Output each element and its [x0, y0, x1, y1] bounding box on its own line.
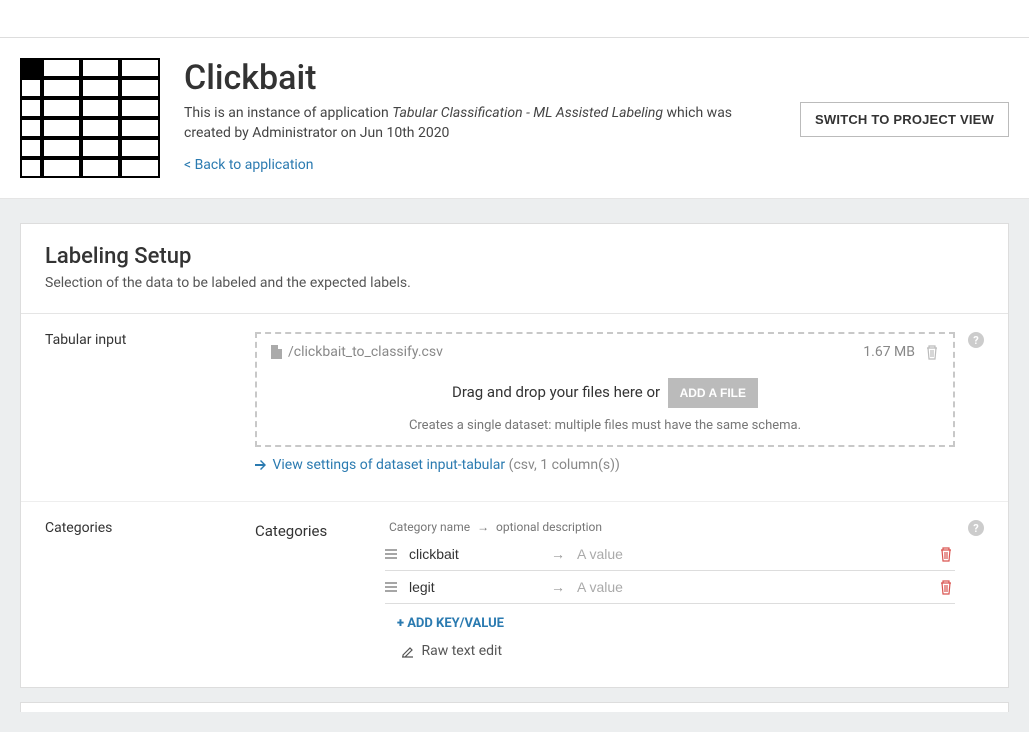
category-key-input[interactable] [409, 544, 539, 564]
panel-subtitle: Selection of the data to be labeled and … [45, 275, 984, 291]
arrow-icon: → [549, 546, 567, 563]
delete-row-icon[interactable] [939, 579, 955, 595]
categories-section: Categories Categories Category name → op… [21, 502, 1008, 687]
drop-text: Drag and drop your files here or [452, 383, 660, 401]
top-bar [0, 0, 1029, 38]
panel-title: Labeling Setup [45, 244, 984, 269]
back-to-application-link[interactable]: < Back to application [184, 157, 314, 173]
category-value-input[interactable] [577, 544, 929, 564]
help-icon[interactable]: ? [968, 520, 984, 536]
view-dataset-settings-link[interactable]: View settings of dataset input-tabular [272, 457, 505, 473]
labeling-setup-panel: Labeling Setup Selection of the data to … [20, 223, 1009, 688]
category-row: → [385, 571, 955, 604]
add-file-button[interactable]: ADD A FILE [668, 378, 758, 408]
file-icon [271, 345, 282, 359]
switch-to-project-view-button[interactable]: SWITCH TO PROJECT VIEW [800, 102, 1009, 137]
add-key-value-button[interactable]: + ADD KEY/VALUE [385, 604, 955, 639]
file-dropzone[interactable]: /clickbait_to_classify.csv 1.67 MB Drag … [255, 332, 955, 447]
uploaded-file-row: /clickbait_to_classify.csv 1.67 MB [257, 334, 953, 370]
categories-sub-label: Categories [255, 520, 345, 540]
delete-row-icon[interactable] [939, 546, 955, 562]
arrow-right-icon [255, 459, 267, 471]
page-title: Clickbait [184, 58, 776, 98]
category-value-input[interactable] [577, 577, 929, 597]
section-label-categories: Categories [45, 520, 255, 659]
arrow-icon: → [549, 579, 567, 596]
dataset-meta: (csv, 1 column(s)) [509, 457, 620, 473]
category-row: → [385, 538, 955, 571]
section-label-tabular: Tabular input [45, 332, 255, 473]
file-size: 1.67 MB [863, 344, 915, 360]
app-icon [20, 58, 160, 178]
drop-hint: Creates a single dataset: multiple files… [257, 412, 953, 445]
tabular-input-section: Tabular input /clickbait_to_classify.csv… [21, 314, 1008, 502]
raw-text-edit-button[interactable]: Raw text edit [385, 639, 955, 659]
page-header: Clickbait This is an instance of applica… [0, 38, 1029, 199]
edit-icon [401, 645, 414, 658]
file-name: /clickbait_to_classify.csv [288, 344, 863, 360]
drag-handle-icon[interactable] [385, 582, 399, 592]
next-panel-peek [20, 702, 1009, 712]
plus-icon: + [397, 616, 404, 631]
help-icon[interactable]: ? [968, 332, 984, 348]
category-key-input[interactable] [409, 577, 539, 597]
categories-hint: Category name → optional description [385, 520, 955, 534]
body-area: Labeling Setup Selection of the data to … [0, 199, 1029, 732]
page-subtitle: This is an instance of application Tabul… [184, 104, 776, 143]
drag-handle-icon[interactable] [385, 549, 399, 559]
delete-file-icon[interactable] [925, 344, 939, 360]
